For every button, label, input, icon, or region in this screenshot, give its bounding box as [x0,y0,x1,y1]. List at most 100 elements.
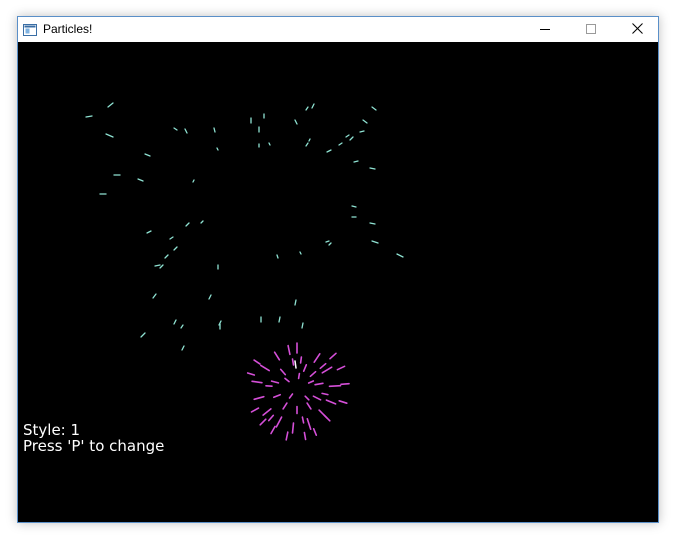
app-window-icon [23,23,37,36]
particle-spark [276,254,279,259]
particle-spark [208,294,212,300]
burst-particle [297,372,301,380]
style-label: Style: 1 [23,421,81,439]
burst-particle [251,380,263,384]
particle-spark [369,222,376,225]
burst-particle [312,427,318,437]
burst-particle [291,422,295,434]
burst-particle [282,402,288,410]
particle-spark [353,160,359,163]
burst-particle [325,399,337,405]
particle-spark [216,147,219,151]
particle-spark [294,119,298,125]
burst-particle [270,425,276,435]
burst-particle [321,392,329,396]
maximize-button[interactable] [568,17,614,42]
burst-particle [285,431,289,441]
particle-spark [154,264,161,267]
particle-spark [185,222,190,227]
particle-spark [164,254,169,259]
particle-spark [200,220,204,224]
particle-spark [326,149,332,153]
close-icon [631,21,643,39]
minimize-button[interactable] [522,17,568,42]
particle-spark [338,142,343,146]
burst-particle [329,352,337,360]
particle-spark [268,142,271,146]
burst-particle [309,370,317,378]
particle-spark [345,134,350,138]
particle-spark [152,293,157,299]
particle-spark [299,251,302,255]
burst-particle [259,418,267,426]
app-window: Particles! Style: 1 Press 'P' to change [17,16,659,523]
burst-particle [312,395,322,401]
particle-spark [85,115,93,118]
particle-spark [308,138,311,142]
burst-particle [328,384,342,388]
particle-spark [328,242,332,246]
burst-particle [291,358,295,366]
change-hint-label: Press 'P' to change [23,437,165,455]
game-canvas[interactable]: Style: 1 Press 'P' to change [18,42,658,522]
particle-spark [218,320,222,326]
burst-particle [307,380,315,384]
particle-spark [351,205,357,208]
burst-particle [336,365,346,371]
particle-spark [362,119,368,124]
maximize-icon [586,21,596,39]
particle-spark [349,136,354,141]
burst-particle [275,416,283,428]
particle-spark [146,230,152,234]
burst-particle [253,395,265,401]
particle-spark [305,142,309,147]
burst-particle [284,377,290,383]
burst-particle [321,366,333,374]
burst-particle [314,382,324,386]
particle-spark [396,253,404,258]
burst-particle [270,380,280,384]
burst-particle [313,352,321,364]
burst-particle [288,393,294,399]
particle-spark [173,319,177,325]
particle-spark [213,127,216,133]
particle-spark [181,345,185,351]
particle-spark [371,106,377,111]
burst-particle [302,363,308,373]
burst-particle [319,362,327,370]
burst-particle [301,416,305,424]
particle-spark [371,240,379,244]
burst-particle [246,372,256,376]
particle-spark [140,332,146,338]
particle-spark [180,324,184,329]
particle-spark [105,133,114,138]
burst-particle [253,359,261,365]
particle-spark [144,153,151,157]
burst-particle [279,368,287,376]
particle-spark [107,102,114,108]
burst-core-particle [294,360,297,369]
burst-particle [338,399,348,405]
particle-spark [278,316,281,323]
particle-spark [311,103,315,109]
burst-particle [267,414,275,422]
title-bar[interactable]: Particles! [18,17,658,42]
particle-spark [137,178,144,182]
close-button[interactable] [614,17,660,42]
particle-spark [169,236,174,240]
burst-particle [299,356,303,364]
burst-particle [287,344,291,356]
burst-particle [306,417,312,431]
burst-particle [273,351,281,361]
minimize-icon [540,21,550,39]
window-title: Particles! [43,22,93,36]
burst-particle [340,382,350,386]
burst-particle [250,407,260,413]
particle-spark [184,128,188,134]
particle-spark [294,299,297,306]
particle-spark [173,127,178,131]
burst-particle [304,395,310,401]
burst-particle [260,364,270,372]
particle-spark [305,106,309,111]
particle-spark [173,246,178,251]
